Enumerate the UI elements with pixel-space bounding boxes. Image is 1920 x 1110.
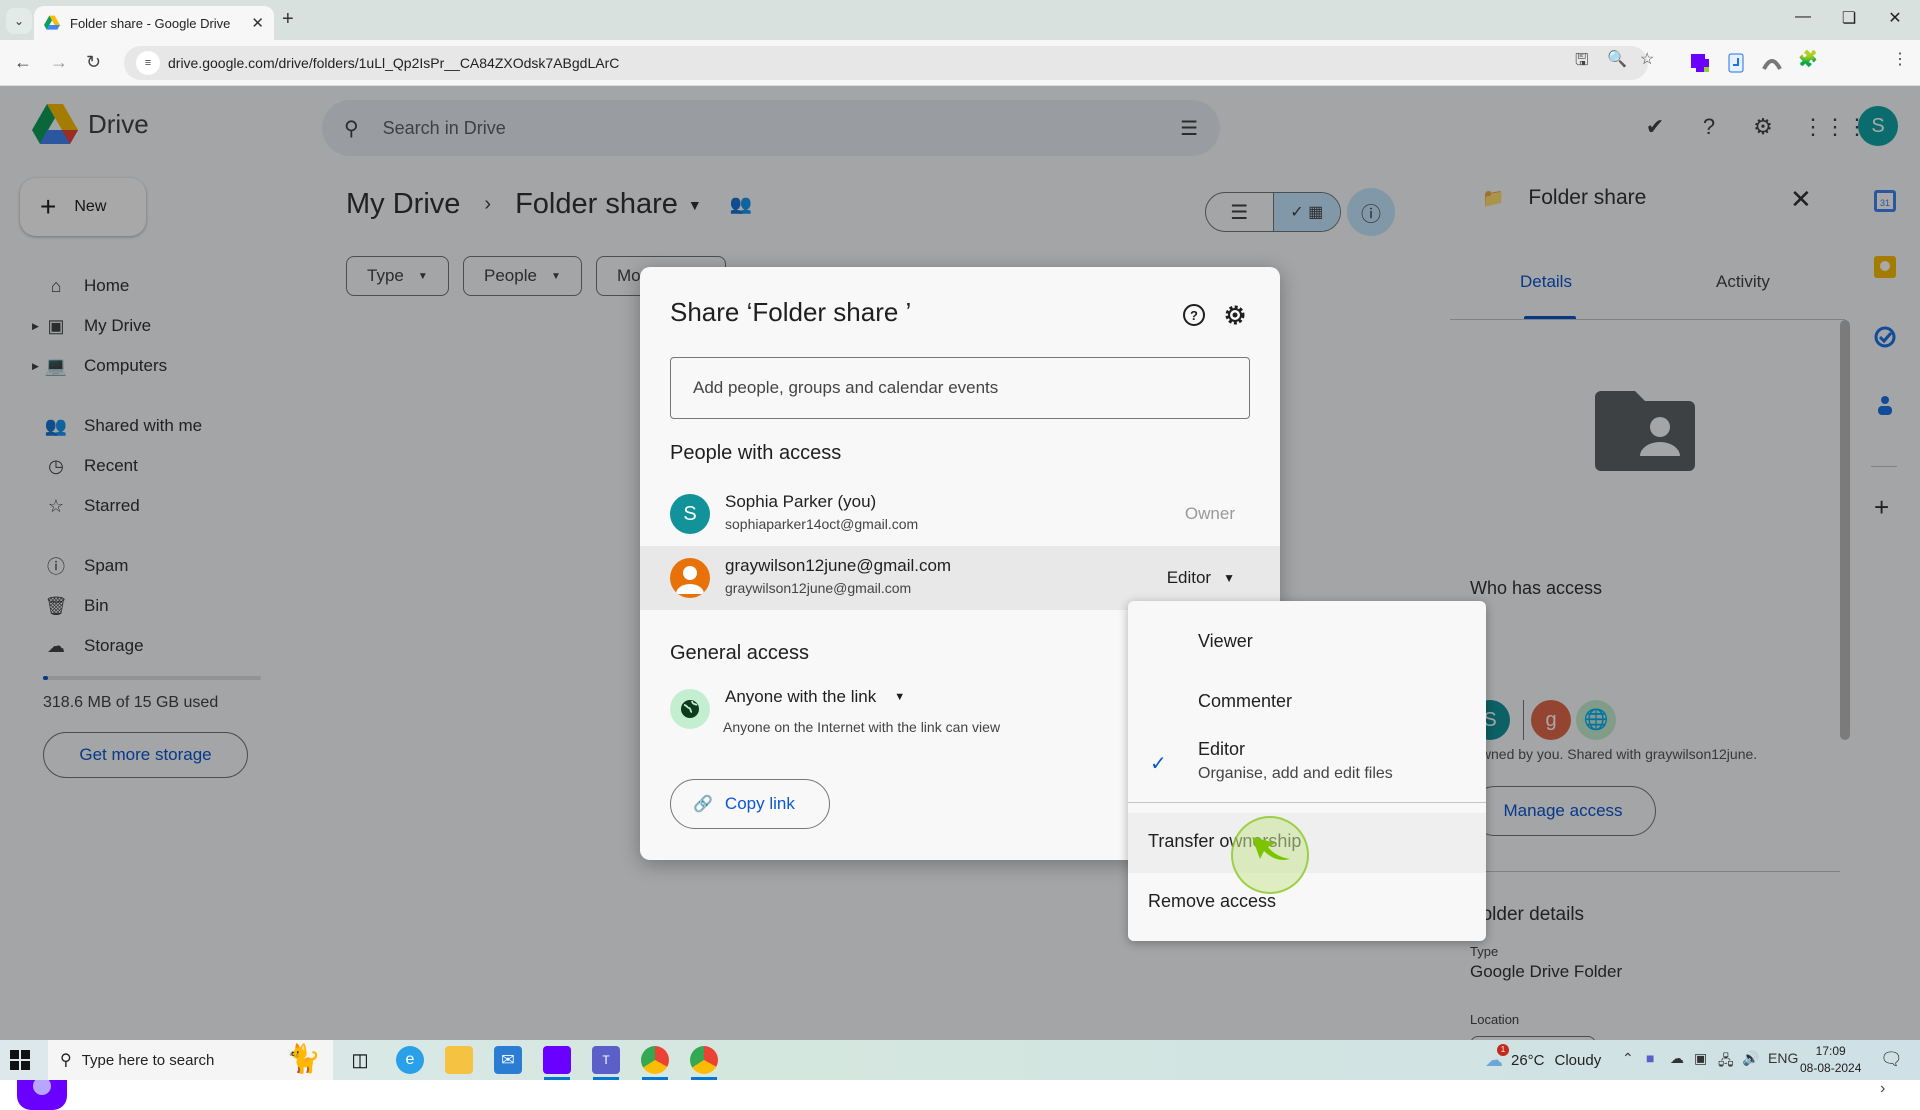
windows-start-icon[interactable] — [10, 1050, 30, 1070]
owner-avatar: S — [670, 494, 710, 534]
svg-text:?: ? — [1190, 308, 1198, 323]
person-name: graywilson12june@gmail.com — [725, 556, 952, 575]
role-label: Editor — [1166, 568, 1212, 587]
person-email: sophiaparker14oct@gmail.com — [725, 516, 919, 532]
menu-label: Commenter — [1198, 691, 1293, 711]
role-menu: Viewer Commenter ✓ Editor Organise, add … — [1128, 601, 1486, 941]
chrome-profile-a-icon[interactable] — [641, 1046, 669, 1074]
menu-item-editor[interactable]: ✓ Editor Organise, add and edit files — [1128, 731, 1486, 801]
weather-condition: Cloudy — [1554, 1052, 1602, 1069]
menu-divider — [1128, 802, 1486, 803]
help-icon[interactable]: ? — [1182, 303, 1206, 327]
extensions-puzzle-icon[interactable]: 🧩 — [1798, 49, 1818, 69]
taskbar-search[interactable]: ⚲ Type here to search 🐈 — [48, 1040, 333, 1080]
reload-icon[interactable]: ↻ — [86, 52, 101, 73]
extension-blue-icon[interactable] — [1726, 53, 1746, 73]
install-app-icon[interactable]: 🖫 — [1575, 49, 1589, 76]
menu-sublabel: Organise, add and edit files — [1198, 765, 1393, 782]
menu-item-remove-access[interactable]: Remove access — [1128, 873, 1486, 933]
general-access-value: Anyone with the link — [725, 687, 877, 706]
windows-taskbar: ⚲ Type here to search 🐈 ◫ e ✉ T ☁ 1 26°C … — [0, 1040, 1920, 1080]
url-bar[interactable]: ≡ drive.google.com/drive/folders/1uLl_Qp… — [124, 46, 1648, 80]
browser-tab-bar: ⌄ Folder share - Google Drive ✕ + — ❏ ✕ — [0, 0, 1920, 40]
person-name: Sophia Parker (you) — [725, 492, 877, 511]
menu-item-viewer[interactable]: Viewer — [1128, 611, 1486, 671]
cat-decoration-icon: 🐈 — [286, 1043, 321, 1074]
drive-favicon-icon — [44, 15, 60, 30]
volume-icon[interactable]: 🔊 — [1742, 1050, 1759, 1067]
cloud-weather-icon: ☁ 1 — [1485, 1044, 1509, 1071]
notification-badge: 1 — [1497, 1044, 1509, 1056]
extension-arc-icon[interactable] — [1762, 53, 1782, 73]
browser-tab[interactable]: Folder share - Google Drive ✕ — [34, 6, 274, 40]
share-dialog-title: Share ‘Folder share ’ — [670, 297, 912, 327]
teams-tray-icon[interactable]: ■ — [1646, 1050, 1654, 1066]
back-icon[interactable]: ← — [14, 52, 32, 73]
person-avatar-icon — [670, 558, 710, 598]
chevron-right-icon[interactable]: › — [1880, 1080, 1885, 1098]
new-tab-button[interactable]: + — [282, 8, 294, 31]
caret-down-icon: ▼ — [894, 691, 906, 703]
settings-gear-icon[interactable] — [1223, 303, 1247, 327]
person-email: graywilson12june@gmail.com — [725, 580, 912, 596]
copy-link-button[interactable]: 🔗 Copy link — [670, 779, 830, 829]
owner-role-label: Owner — [1184, 504, 1235, 523]
task-view-icon[interactable]: ◫ — [346, 1046, 374, 1074]
close-tab-icon[interactable]: ✕ — [251, 14, 264, 32]
minimize-button[interactable]: — — [1780, 8, 1826, 26]
address-bar-row: ← → ↻ ≡ drive.google.com/drive/folders/1… — [0, 40, 1920, 113]
tab-title: Folder share - Google Drive — [70, 15, 231, 31]
notifications-icon[interactable]: 🗨 — [1880, 1049, 1903, 1070]
person-row-owner: S Sophia Parker (you) sophiaparker14oct@… — [640, 482, 1280, 546]
clock-time: 17:09 — [1815, 1044, 1846, 1058]
people-with-access-title: People with access — [670, 442, 842, 464]
language-indicator[interactable]: ENG — [1768, 1050, 1798, 1066]
copy-link-label: Copy link — [724, 794, 795, 813]
bookmark-star-icon[interactable]: ☆ — [1640, 49, 1654, 69]
clock-date: 08-08-2024 — [1800, 1061, 1862, 1075]
url-text: drive.google.com/drive/folders/1uLl_Qp2I… — [168, 55, 620, 71]
mail-icon[interactable]: ✉ — [494, 1046, 522, 1074]
search-icon: ⚲ — [60, 1052, 72, 1069]
forward-icon[interactable]: → — [50, 52, 68, 73]
zoom-icon[interactable]: 🔍 — [1607, 49, 1627, 69]
camera-icon[interactable]: ▣ — [1694, 1050, 1707, 1067]
globe-icon — [670, 689, 710, 729]
tab-list-button[interactable]: ⌄ — [6, 8, 32, 34]
site-settings-icon[interactable]: ≡ — [136, 51, 160, 75]
menu-item-commenter[interactable]: Commenter — [1128, 671, 1486, 731]
menu-label: Remove access — [1148, 891, 1277, 911]
weather-widget[interactable]: ☁ 1 26°C Cloudy — [1485, 1044, 1602, 1071]
menu-label: Viewer — [1198, 631, 1253, 651]
show-hidden-icons-icon[interactable]: ⌃ — [1622, 1050, 1634, 1067]
checkmark-icon: ✓ — [1150, 753, 1167, 775]
teams-icon[interactable]: T — [592, 1046, 620, 1074]
purple-app-icon[interactable] — [543, 1046, 571, 1074]
weather-temp: 26°C — [1511, 1052, 1545, 1069]
edge-icon[interactable]: e — [396, 1046, 424, 1074]
menu-label: Editor — [1198, 739, 1246, 759]
close-window-button[interactable]: ✕ — [1872, 8, 1918, 28]
chrome-profile-s-icon[interactable] — [690, 1046, 718, 1074]
taskbar-search-placeholder: Type here to search — [81, 1051, 215, 1069]
extension-purple-icon[interactable] — [1690, 53, 1710, 73]
browser-menu-icon[interactable]: ⋮ — [1892, 49, 1908, 69]
file-explorer-icon[interactable] — [445, 1046, 473, 1074]
caret-down-icon: ▼ — [1223, 571, 1235, 585]
general-access-dropdown[interactable]: Anyone with the link ▼ — [725, 687, 905, 707]
add-people-input[interactable] — [670, 357, 1250, 419]
general-access-title: General access — [670, 642, 809, 664]
restore-button[interactable]: ❏ — [1826, 8, 1872, 28]
cursor-arrow-icon — [1252, 837, 1290, 860]
onedrive-icon[interactable]: ☁ — [1670, 1050, 1684, 1067]
role-dropdown[interactable]: Editor ▼ — [1167, 568, 1235, 588]
general-access-description: Anyone on the Internet with the link can… — [723, 719, 1001, 735]
clock[interactable]: 17:09 08-08-2024 — [1800, 1043, 1861, 1077]
network-icon[interactable]: 🖧 — [1718, 1050, 1734, 1074]
link-icon: 🔗 — [693, 796, 713, 813]
